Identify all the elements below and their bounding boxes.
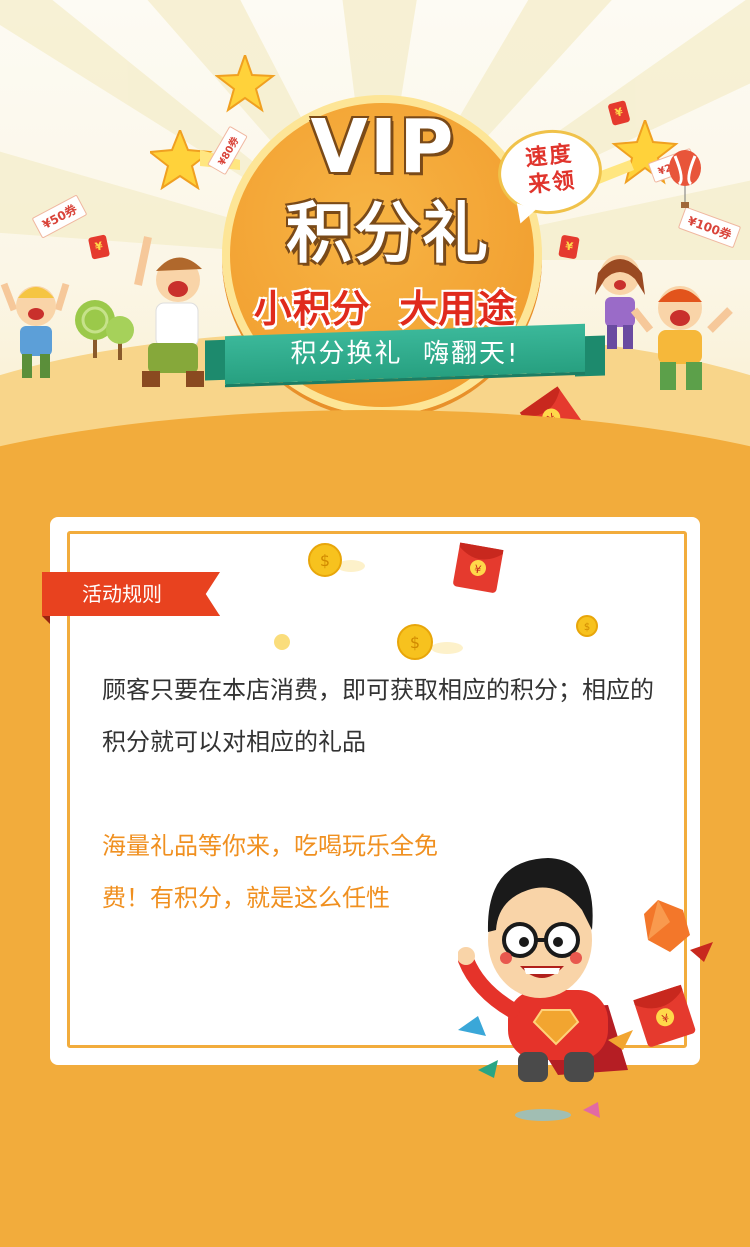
cartoon-kid-jumping	[134, 236, 204, 387]
rules-highlight: 海量礼品等你来，吃喝玩乐全免费！有积分，就是这么任性	[102, 832, 438, 912]
svg-text:$: $	[410, 633, 420, 652]
hero-banner: ¥50券 ¥100券 ¥20券 ¥80券 ¥ ¥ ¥	[0, 0, 750, 500]
coin-icon	[274, 634, 290, 650]
cartoon-kid-left	[0, 282, 70, 378]
banner-title-vip: VIP	[310, 104, 456, 190]
red-envelope-icon: ¥	[453, 542, 504, 593]
svg-text:$: $	[584, 622, 590, 633]
cartoon-kid-right	[630, 286, 733, 390]
coin-icon: $	[576, 615, 598, 637]
speech-bubble-text: 速度 来领	[508, 139, 593, 201]
banner-subtitle: 小积分 大用途	[253, 287, 517, 331]
rules-tag-fold	[42, 616, 50, 624]
coin-icon: $	[397, 624, 463, 660]
star-icon	[215, 55, 276, 113]
svg-text:$: $	[320, 551, 330, 570]
rules-description: 顾客只要在本店消费，即可获取相应的积分；相应的积分就可以对相应的礼品	[102, 676, 654, 756]
mascot-character: ¥	[458, 858, 713, 1121]
ribbon-text: 积分换礼 嗨翻天!	[290, 339, 520, 369]
coin-icon: $	[308, 543, 365, 577]
balloon-icon	[669, 150, 701, 208]
rules-tag-label: 活动规则	[82, 582, 162, 606]
banner-title-main: 积分礼	[286, 195, 490, 272]
rules-tag: 活动规则	[42, 572, 220, 616]
red-envelope-icon: ¥	[558, 234, 580, 260]
